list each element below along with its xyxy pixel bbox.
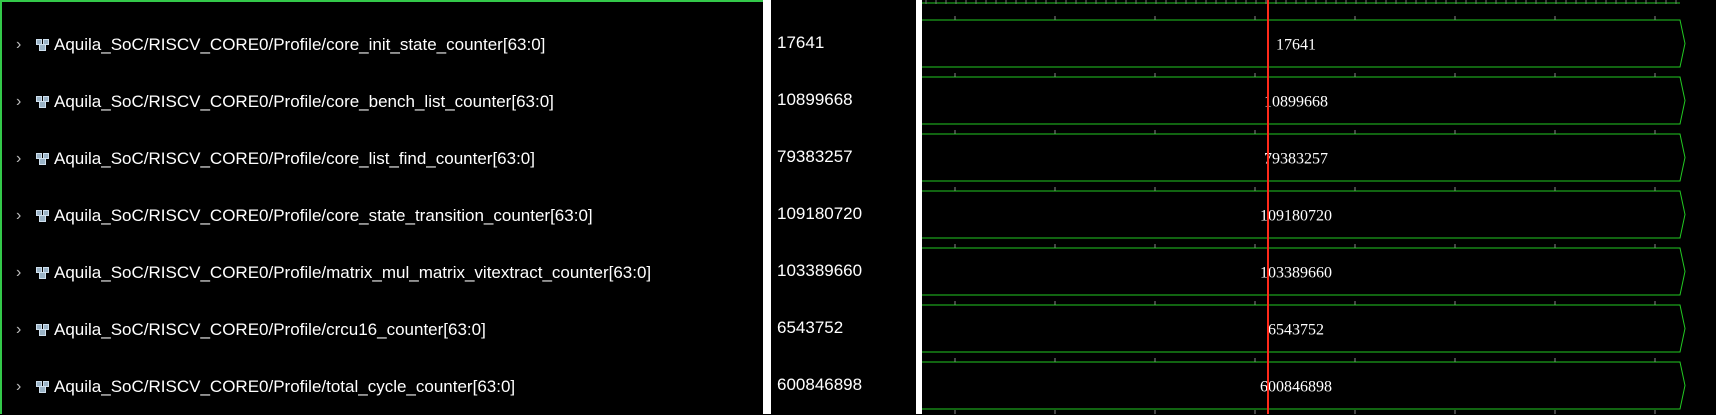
signal-value-row: 600846898 xyxy=(771,356,916,413)
signal-name: Aquila_SoC/RISCV_CORE0/Profile/matrix_mu… xyxy=(54,262,652,282)
waveform-value-label: 6543752 xyxy=(1268,322,1324,339)
signal-row[interactable]: › Aquila_SoC/RISCV_CORE0/Profile/core_lis… xyxy=(2,130,763,187)
waveform-canvas[interactable]: 17641 10899668 79383257 109180720 103389660 6… xyxy=(922,0,1716,414)
bus-signal-icon xyxy=(36,38,50,51)
waveform-value-label: 109180720 xyxy=(1260,208,1332,225)
signal-row[interactable]: › Aquila_SoC/RISCV_CORE0/Profile/core_ini… xyxy=(2,16,763,73)
waveform-value-label: 103389660 xyxy=(1260,265,1332,282)
bus-signal-icon xyxy=(36,152,50,165)
signal-value: 600846898 xyxy=(777,374,863,394)
waveform-value-label: 17641 xyxy=(1276,37,1316,54)
chevron-right-icon[interactable]: › xyxy=(16,93,26,111)
waveform-pane[interactable]: 17641 10899668 79383257 109180720 103389660 6… xyxy=(922,0,1716,414)
waveform-value-label: 600846898 xyxy=(1260,379,1332,396)
pane-splitter-1[interactable] xyxy=(763,0,771,414)
waveform-value-label: 79383257 xyxy=(1264,151,1328,168)
signal-value-pane: 17641 10899668 79383257 109180720 103389660 6… xyxy=(771,0,916,414)
signal-value-row: 6543752 xyxy=(771,299,916,356)
signal-value-row: 109180720 xyxy=(771,185,916,242)
bus-signal-icon xyxy=(36,380,50,393)
signal-value: 10899668 xyxy=(777,89,853,109)
chevron-right-icon[interactable]: › xyxy=(16,378,26,396)
signal-row[interactable]: › Aquila_SoC/RISCV_CORE0/Profile/core_sta… xyxy=(2,187,763,244)
signal-row[interactable]: › Aquila_SoC/RISCV_CORE0/Profile/crcu16_c… xyxy=(2,301,763,358)
chevron-right-icon[interactable]: › xyxy=(16,321,26,339)
chevron-right-icon[interactable]: › xyxy=(16,264,26,282)
waveform-value-label: 10899668 xyxy=(1264,94,1328,111)
signal-value-row: 103389660 xyxy=(771,242,916,299)
bus-signal-icon xyxy=(36,95,50,108)
chevron-right-icon[interactable]: › xyxy=(16,207,26,225)
signal-name: Aquila_SoC/RISCV_CORE0/Profile/core_stat… xyxy=(54,205,593,225)
signal-value-row: 17641 xyxy=(771,14,916,71)
bus-signal-icon xyxy=(36,266,50,279)
signal-name: Aquila_SoC/RISCV_CORE0/Profile/core_init… xyxy=(54,34,546,54)
chevron-right-icon[interactable]: › xyxy=(16,36,26,54)
signal-value: 103389660 xyxy=(777,260,863,280)
signal-name: Aquila_SoC/RISCV_CORE0/Profile/core_list… xyxy=(54,148,535,168)
signal-row[interactable]: › Aquila_SoC/RISCV_CORE0/Profile/total_cy… xyxy=(2,358,763,415)
signal-value: 79383257 xyxy=(777,146,853,166)
bus-signal-icon xyxy=(36,209,50,222)
signal-name-pane: › Aquila_SoC/RISCV_CORE0/Profile/core_ini… xyxy=(0,0,763,414)
signal-value: 17641 xyxy=(777,32,825,52)
chevron-right-icon[interactable]: › xyxy=(16,150,26,168)
signal-row[interactable]: › Aquila_SoC/RISCV_CORE0/Profile/core_ben… xyxy=(2,73,763,130)
signal-value: 109180720 xyxy=(777,203,863,223)
signal-value-row: 10899668 xyxy=(771,71,916,128)
bus-signal-icon xyxy=(36,323,50,336)
signal-value: 6543752 xyxy=(777,317,844,337)
signal-name: Aquila_SoC/RISCV_CORE0/Profile/core_benc… xyxy=(54,91,554,111)
signal-name: Aquila_SoC/RISCV_CORE0/Profile/crcu16_co… xyxy=(54,319,486,339)
signal-row[interactable]: › Aquila_SoC/RISCV_CORE0/Profile/matrix_m… xyxy=(2,244,763,301)
signal-name: Aquila_SoC/RISCV_CORE0/Profile/total_cyc… xyxy=(54,376,516,396)
signal-value-row: 79383257 xyxy=(771,128,916,185)
